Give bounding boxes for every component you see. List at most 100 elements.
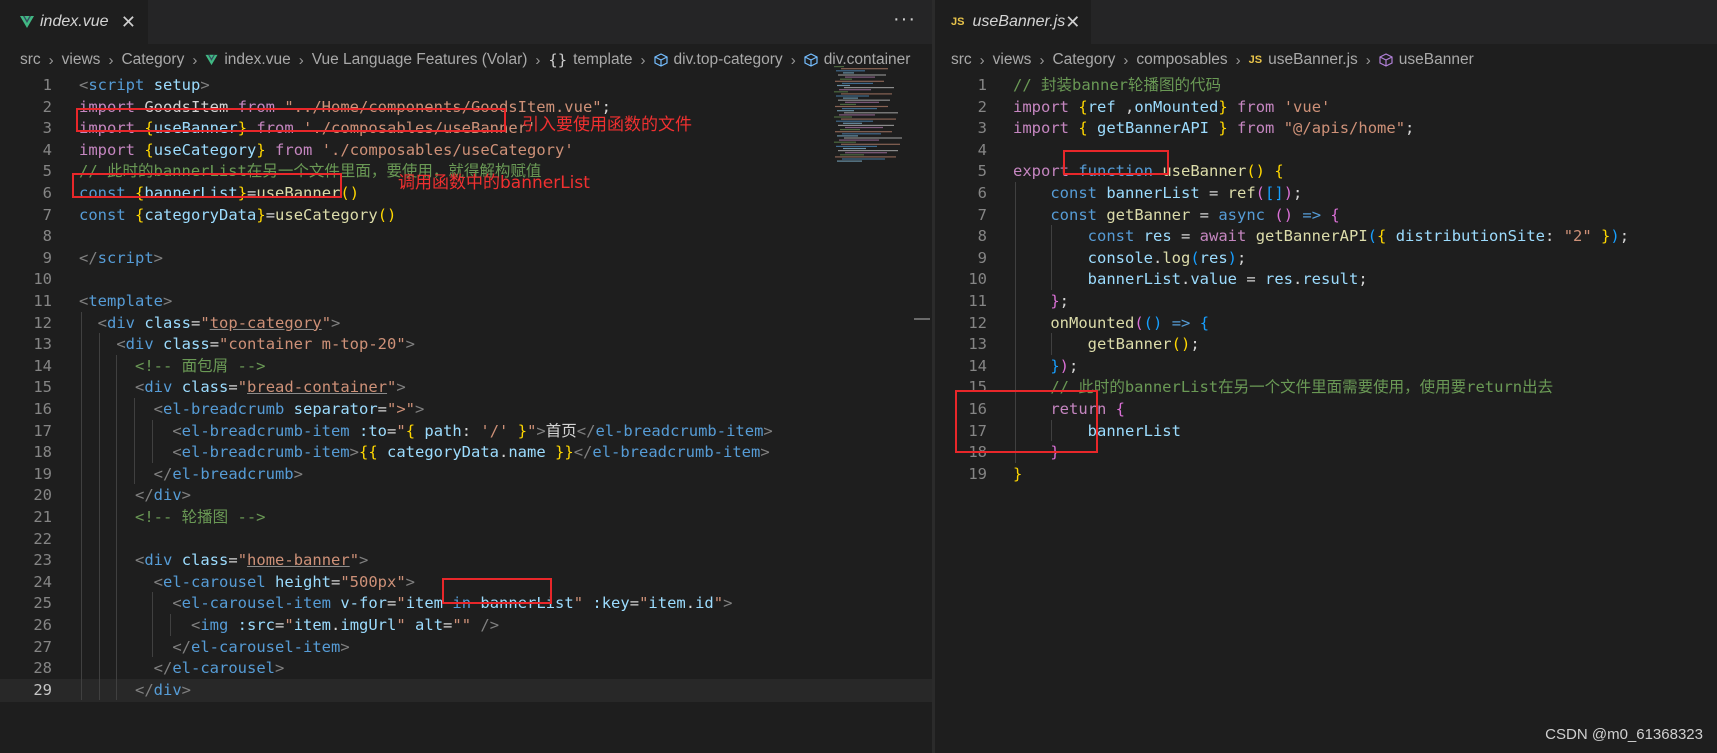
more-actions-icon[interactable]: ··· <box>893 8 916 31</box>
code-line[interactable]: 16 <el-breadcrumb separator=">"> <box>0 398 932 422</box>
minimap-line <box>835 131 892 133</box>
line-number: 20 <box>33 486 52 505</box>
code-line[interactable]: 14 }); <box>935 355 1717 379</box>
code-token: { <box>1199 313 1210 332</box>
code-token: getBanner <box>1087 335 1172 354</box>
code-line[interactable]: 9 console.log(res); <box>935 247 1717 271</box>
code-token: 首页 <box>545 421 577 440</box>
code-line[interactable]: 21 <!-- 轮播图 --> <box>0 506 932 530</box>
code-line[interactable]: 1 // 封装banner轮播图的代码 <box>935 74 1717 98</box>
code-text: getBanner(); <box>1013 333 1200 357</box>
minimap-line <box>836 95 869 97</box>
code-line[interactable]: 13 getBanner(); <box>935 333 1717 357</box>
code-text: bannerList.value = res.result; <box>1013 268 1368 292</box>
code-line[interactable]: 8 const res = await getBannerAPI({ distr… <box>935 225 1717 249</box>
code-line[interactable]: 19} <box>935 463 1717 487</box>
close-icon[interactable]: ✕ <box>121 12 136 33</box>
code-token: ; <box>1358 270 1368 289</box>
code-line[interactable]: 18 <el-breadcrumb-item>{{ categoryData.n… <box>0 441 932 465</box>
code-line[interactable]: 23 <div class="home-banner"> <box>0 549 932 573</box>
indent-guide <box>1051 225 1052 290</box>
code-text: <div class="bread-container"> <box>79 376 406 400</box>
code-line[interactable]: 4 <box>935 139 1717 163</box>
code-line[interactable]: 7 const getBanner = async () => { <box>935 204 1717 228</box>
breadcrumb-item[interactable]: Vue Language Features (Volar) <box>312 51 528 69</box>
code-token: res <box>1265 270 1293 289</box>
code-line[interactable]: 28 </el-carousel> <box>0 657 932 681</box>
minimap-line <box>838 150 898 152</box>
code-line[interactable]: 20 </div> <box>0 484 932 508</box>
code-token: () <box>1143 313 1163 332</box>
chevron-right-icon: › <box>640 51 646 69</box>
breadcrumb-item[interactable]: Category <box>121 51 184 69</box>
code-line[interactable]: 14 <!-- 面包屑 --> <box>0 355 932 379</box>
code-line[interactable]: 12 <div class="top-category"> <box>0 312 932 336</box>
breadcrumb-item[interactable]: Category <box>1052 51 1115 69</box>
code-token: } <box>1218 97 1228 116</box>
js-file-icon: JS <box>951 16 965 28</box>
breadcrumb-item[interactable]: JS useBanner.js <box>1249 51 1358 69</box>
code-line[interactable]: 10 <box>0 268 932 292</box>
tab-index-vue[interactable]: index.vue ✕ <box>0 0 149 44</box>
code-token: = <box>228 378 238 397</box>
code-line[interactable]: 17 <el-breadcrumb-item :to="{ path: '/' … <box>0 420 932 444</box>
code-token: "container m-top-20" <box>219 335 406 354</box>
breadcrumb-item[interactable]: composables <box>1136 51 1227 69</box>
close-icon[interactable]: ✕ <box>1065 12 1080 33</box>
line-number: 25 <box>33 594 52 613</box>
line-number: 18 <box>33 443 52 462</box>
line-number: 9 <box>977 248 987 267</box>
js-file-icon: JS <box>1248 54 1263 66</box>
code-line[interactable]: 10 bannerList.value = res.result; <box>935 268 1717 292</box>
code-line[interactable]: 2 import {ref ,onMounted} from 'vue' <box>935 96 1717 120</box>
line-number: 7 <box>977 205 987 224</box>
code-token: </ <box>79 248 98 267</box>
chevron-right-icon: › <box>48 51 54 69</box>
code-line[interactable]: 15 <div class="bread-container"> <box>0 376 932 400</box>
code-line[interactable]: 13 <div class="container m-top-20"> <box>0 333 932 357</box>
code-line[interactable]: 12 onMounted(() => { <box>935 312 1717 336</box>
code-token: > <box>415 400 425 418</box>
minimap-line <box>841 68 888 70</box>
minimap[interactable] <box>832 66 918 166</box>
code-line[interactable]: 4 import {useCategory} from './composable… <box>0 139 932 163</box>
code-line[interactable]: 26 <img :src="item.imgUrl" alt="" /> <box>0 614 932 638</box>
code-line[interactable]: 11 <template> <box>0 290 932 314</box>
breadcrumb-item[interactable]: div.top-category <box>653 51 783 69</box>
code-line[interactable]: 8 <box>0 225 932 249</box>
breadcrumb-item[interactable]: views <box>62 51 101 69</box>
tab-usebanner-js[interactable]: JS useBanner.js ✕ <box>935 0 1092 44</box>
breadcrumb-item[interactable]: index.vue <box>205 51 291 69</box>
code-line[interactable]: 19 </el-breadcrumb> <box>0 463 932 487</box>
code-token: el-carousel <box>163 572 266 591</box>
code-line[interactable]: 1 <script setup> <box>0 74 932 98</box>
code-line[interactable]: 22 <box>0 528 932 552</box>
scrollbar-marker[interactable] <box>914 318 930 320</box>
breadcrumb-item[interactable]: src <box>951 51 972 69</box>
code-line[interactable]: 3 import { getBannerAPI } from "@/apis/ho… <box>935 117 1717 141</box>
code-token: item <box>405 594 444 613</box>
breadcrumb-item[interactable]: views <box>993 51 1032 69</box>
code-line[interactable]: 6 const bannerList = ref([]); <box>935 182 1717 206</box>
line-number: 19 <box>968 464 987 483</box>
code-line[interactable]: 11 }; <box>935 290 1717 314</box>
code-token: el-breadcrumb <box>172 464 294 483</box>
code-text: <script setup> <box>79 74 210 98</box>
code-line[interactable]: 7 const {categoryData}=useCategory() <box>0 204 932 228</box>
breadcrumb-item[interactable]: {} template <box>548 51 632 69</box>
code-line[interactable]: 27 </el-carousel-item> <box>0 636 932 660</box>
code-line[interactable]: 9 </script> <box>0 247 932 271</box>
code-token: > <box>536 421 546 440</box>
code-text: console.log(res); <box>1013 247 1247 271</box>
code-token: { <box>135 205 145 224</box>
code-line[interactable]: 29 </div> <box>0 679 932 703</box>
breadcrumb-item[interactable]: src <box>20 51 41 69</box>
code-line[interactable]: 5 export function useBanner() { <box>935 160 1717 184</box>
breadcrumb-item[interactable]: useBanner <box>1379 51 1474 69</box>
